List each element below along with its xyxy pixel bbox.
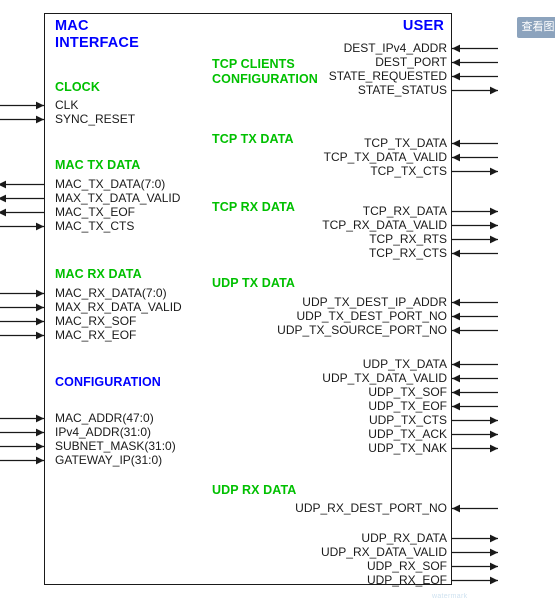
signal-label-ipv4-addr-31-0-: IPv4_ADDR(31:0) bbox=[55, 425, 152, 439]
signal-arrow-in bbox=[452, 503, 500, 514]
signal-arrow-in bbox=[452, 359, 500, 370]
signal-label-subnet-mask-31-0-: SUBNET_MASK(31:0) bbox=[55, 439, 176, 453]
signal-label-mac-addr-47-0-: MAC_ADDR(47:0) bbox=[55, 411, 154, 425]
signal-label-mac-rx-eof: MAC_RX_EOF bbox=[55, 328, 137, 342]
signal-arrow-in bbox=[452, 138, 500, 149]
signal-arrow-in bbox=[0, 441, 46, 452]
signal-arrow-out bbox=[0, 207, 46, 218]
signal-arrow-in bbox=[0, 100, 46, 111]
signal-arrow-in bbox=[452, 387, 500, 398]
signal-arrow-out bbox=[452, 561, 500, 572]
group-heading-mac-tx-data: MAC TX DATA bbox=[55, 158, 141, 172]
group-heading-udp-rx-data: UDP RX DATA bbox=[212, 483, 297, 497]
signal-label-gateway-ip-31-0-: GATEWAY_IP(31:0) bbox=[55, 453, 163, 467]
signal-arrow-out bbox=[452, 415, 500, 426]
group-heading-mac-rx-data: MAC RX DATA bbox=[55, 267, 142, 281]
signal-label-state-requested: STATE_REQUESTED bbox=[328, 69, 447, 83]
signal-label-udp-tx-dest-ip-addr: UDP_TX_DEST_IP_ADDR bbox=[302, 295, 447, 309]
footer-watermark: watermark bbox=[432, 593, 468, 600]
signal-label-udp-rx-eof: UDP_RX_EOF bbox=[366, 573, 447, 587]
signal-arrow-out bbox=[452, 547, 500, 558]
signal-arrow-out bbox=[452, 220, 500, 231]
signal-label-udp-tx-sof: UDP_TX_SOF bbox=[368, 385, 447, 399]
signal-arrow-in bbox=[452, 297, 500, 308]
signal-arrow-in bbox=[0, 330, 46, 341]
signal-label-udp-tx-eof: UDP_TX_EOF bbox=[368, 399, 447, 413]
signal-arrow-in bbox=[452, 57, 500, 68]
signal-label-sync-reset: SYNC_RESET bbox=[55, 112, 136, 126]
signal-arrow-out bbox=[452, 443, 500, 454]
signal-arrow-in bbox=[452, 71, 500, 82]
user-interface-title: USER bbox=[402, 18, 444, 34]
signal-arrow-in bbox=[452, 325, 500, 336]
signal-arrow-out bbox=[452, 575, 500, 586]
signal-label-mac-rx-data-7-0-: MAC_RX_DATA(7:0) bbox=[55, 286, 167, 300]
signal-label-tcp-rx-data: TCP_RX_DATA bbox=[362, 204, 447, 218]
signal-label-tcp-tx-data: TCP_TX_DATA bbox=[364, 136, 447, 150]
signal-arrow-in bbox=[0, 455, 46, 466]
signal-arrow-in bbox=[0, 302, 46, 313]
signal-arrow-out bbox=[452, 206, 500, 217]
group-heading-configuration: CONFIGURATION bbox=[55, 375, 161, 389]
signal-label-udp-rx-sof: UDP_RX_SOF bbox=[366, 559, 447, 573]
signal-label-udp-tx-cts: UDP_TX_CTS bbox=[368, 413, 447, 427]
signal-arrow-in bbox=[452, 248, 500, 259]
signal-label-tcp-tx-data-valid: TCP_TX_DATA_VALID bbox=[323, 150, 447, 164]
signal-arrow-in bbox=[0, 288, 46, 299]
signal-arrow-in bbox=[452, 152, 500, 163]
signal-arrow-out bbox=[452, 234, 500, 245]
signal-arrow-in bbox=[452, 311, 500, 322]
signal-label-dest-ipv4-addr: DEST_IPv4_ADDR bbox=[343, 41, 447, 55]
group-heading-tcp-tx-data: TCP TX DATA bbox=[212, 132, 294, 146]
signal-label-dest-port: DEST_PORT bbox=[375, 55, 447, 69]
signal-label-udp-rx-data: UDP_RX_DATA bbox=[361, 531, 447, 545]
group-heading-tcp-clients: TCP CLIENTS CONFIGURATION bbox=[212, 57, 318, 86]
signal-arrow-out bbox=[452, 429, 500, 440]
group-heading-tcp-rx-data: TCP RX DATA bbox=[212, 200, 296, 214]
signal-arrow-in bbox=[0, 114, 46, 125]
signal-arrow-out bbox=[452, 533, 500, 544]
diagram-canvas: MAC INTERFACE USER CLOCK CLK SYNC_RESET MAC… bbox=[0, 0, 555, 605]
signal-arrow-in bbox=[452, 43, 500, 54]
signal-label-tcp-rx-data-valid: TCP_RX_DATA_VALID bbox=[322, 218, 447, 232]
group-heading-clock: CLOCK bbox=[55, 80, 100, 94]
signal-arrow-in bbox=[452, 401, 500, 412]
view-image-button[interactable]: 查看图 bbox=[517, 17, 555, 38]
signal-arrow-in bbox=[0, 413, 46, 424]
signal-label-udp-tx-data-valid: UDP_TX_DATA_VALID bbox=[322, 371, 447, 385]
signal-arrow-in bbox=[0, 221, 46, 232]
signal-label-mac-tx-data-7-0-: MAC_TX_DATA(7:0) bbox=[55, 177, 166, 191]
signal-label-tcp-rx-cts: TCP_RX_CTS bbox=[368, 246, 447, 260]
signal-label-udp-tx-ack: UDP_TX_ACK bbox=[368, 427, 447, 441]
signal-label-udp-tx-source-port-no: UDP_TX_SOURCE_PORT_NO bbox=[277, 323, 447, 337]
signal-label-tcp-rx-rts: TCP_RX_RTS bbox=[369, 232, 447, 246]
signal-arrow-out bbox=[452, 166, 500, 177]
signal-label-udp-rx-data-valid: UDP_RX_DATA_VALID bbox=[320, 545, 447, 559]
signal-label-mac-tx-cts: MAC_TX_CTS bbox=[55, 219, 135, 233]
signal-label-mac-tx-eof: MAC_TX_EOF bbox=[55, 205, 136, 219]
signal-label-max-tx-data-valid: MAX_TX_DATA_VALID bbox=[55, 191, 181, 205]
signal-arrow-in bbox=[452, 373, 500, 384]
group-heading-udp-tx-data: UDP TX DATA bbox=[212, 276, 296, 290]
signal-label-mac-rx-sof: MAC_RX_SOF bbox=[55, 314, 137, 328]
signal-label-udp-tx-dest-port-no: UDP_TX_DEST_PORT_NO bbox=[296, 309, 448, 323]
signal-label-udp-tx-data: UDP_TX_DATA bbox=[362, 357, 447, 371]
signal-arrow-out bbox=[452, 85, 500, 96]
signal-label-tcp-tx-cts: TCP_TX_CTS bbox=[370, 164, 447, 178]
signal-arrow-out bbox=[0, 193, 46, 204]
signal-label-state-status: STATE_STATUS bbox=[357, 83, 447, 97]
signal-arrow-in bbox=[0, 427, 46, 438]
signal-label-udp-rx-dest-port-no: UDP_RX_DEST_PORT_NO bbox=[295, 501, 447, 515]
signal-arrow-in bbox=[0, 316, 46, 327]
signal-arrow-out bbox=[0, 179, 46, 190]
signal-label-max-rx-data-valid: MAX_RX_DATA_VALID bbox=[55, 300, 182, 314]
signal-label-clk: CLK bbox=[55, 98, 79, 112]
signal-label-udp-tx-nak: UDP_TX_NAK bbox=[368, 441, 447, 455]
